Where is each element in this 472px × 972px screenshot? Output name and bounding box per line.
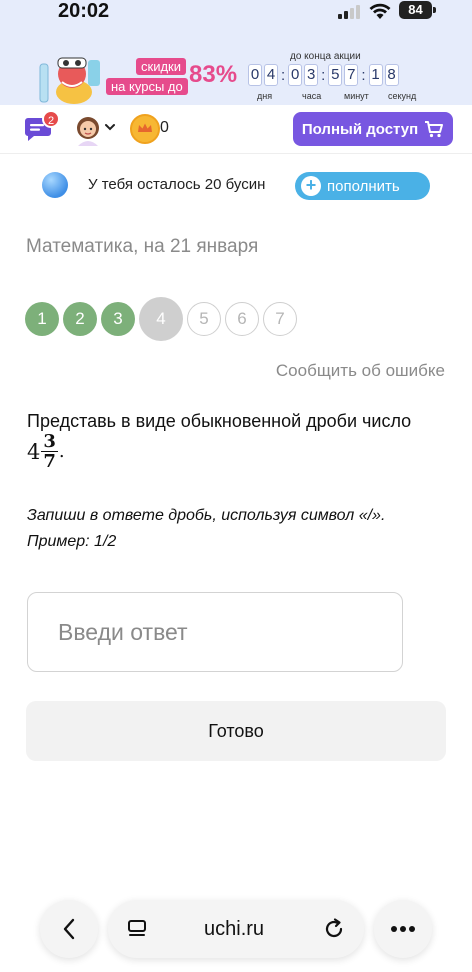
wifi-icon bbox=[369, 3, 391, 19]
countdown-separator: : bbox=[361, 66, 366, 84]
countdown-label-hours: часа bbox=[302, 91, 322, 101]
step-7[interactable]: 7 bbox=[263, 302, 297, 336]
bead-icon bbox=[42, 172, 68, 198]
beads-balance: У тебя осталось 20 бусин bbox=[88, 176, 266, 193]
promo-percent: 83% bbox=[189, 61, 238, 88]
mixed-number-period: . bbox=[58, 441, 65, 462]
step-3[interactable]: 3 bbox=[101, 302, 135, 336]
browser-bottom-bar: uchi.ru bbox=[0, 880, 472, 972]
hint-line-2: Пример: 1/2 bbox=[27, 533, 117, 550]
promo-text: скидки на курсы до bbox=[106, 58, 188, 96]
avatar[interactable] bbox=[72, 114, 104, 146]
mixed-number-whole: 4 bbox=[27, 439, 41, 464]
more-icon bbox=[391, 926, 415, 932]
signal-icon bbox=[338, 5, 360, 19]
countdown-digit: 8 bbox=[384, 64, 399, 86]
countdown-digit: 3 bbox=[304, 64, 319, 86]
url-text: uchi.ru bbox=[204, 918, 265, 940]
report-error-link[interactable]: Сообщить об ошибке bbox=[276, 361, 445, 381]
step-4[interactable]: 4 bbox=[139, 297, 183, 341]
countdown-digit: 0 bbox=[288, 64, 303, 86]
top-area: 20:02 84 скидки на курсы до 83% до конца… bbox=[0, 0, 472, 105]
promo-line2: на курсы до bbox=[106, 78, 188, 95]
done-button[interactable]: Готово bbox=[26, 701, 446, 761]
reload-icon[interactable] bbox=[322, 917, 346, 941]
chevron-down-icon[interactable] bbox=[104, 122, 116, 132]
step-5[interactable]: 5 bbox=[187, 302, 221, 336]
promo-banner[interactable]: скидки на курсы до 83% до конца акции 0 … bbox=[0, 30, 472, 105]
countdown-label-minutes: минут bbox=[344, 91, 369, 101]
status-bar: 20:02 84 bbox=[0, 0, 472, 28]
countdown-label-days: дня bbox=[257, 91, 273, 101]
progress-steps: 1 2 3 4 5 6 7 bbox=[25, 297, 297, 341]
countdown-digit: 0 bbox=[248, 64, 262, 86]
countdown-digit: 7 bbox=[344, 64, 359, 86]
topup-button[interactable]: + пополнить bbox=[295, 172, 430, 200]
full-access-button[interactable]: Полный доступ bbox=[293, 112, 453, 146]
mixed-number-fraction: 3 7 bbox=[41, 432, 58, 471]
fraction-denominator: 7 bbox=[43, 451, 56, 472]
chat-badge: 2 bbox=[42, 110, 60, 128]
step-1[interactable]: 1 bbox=[25, 302, 59, 336]
countdown-timer: 0 4 : 0 3 : 5 7 : 1 8 bbox=[248, 64, 401, 86]
task-text: Представь в виде обыкновенной дроби числ… bbox=[27, 411, 412, 431]
step-2[interactable]: 2 bbox=[63, 302, 97, 336]
back-icon bbox=[63, 918, 75, 940]
mixed-number: 4 3 7 . bbox=[27, 432, 65, 471]
countdown-separator: : bbox=[321, 66, 326, 84]
crown-coin-icon[interactable] bbox=[130, 114, 160, 144]
fraction-numerator: 3 bbox=[41, 431, 58, 452]
header-divider bbox=[0, 153, 472, 154]
cart-icon bbox=[425, 121, 444, 138]
status-time: 20:02 bbox=[58, 0, 110, 22]
countdown-digit: 1 bbox=[368, 64, 383, 86]
countdown-label-seconds: секунд bbox=[388, 91, 417, 101]
address-bar[interactable]: uchi.ru bbox=[108, 900, 364, 958]
subject-title: Математика, на 21 января bbox=[26, 236, 259, 257]
plus-icon: + bbox=[301, 176, 321, 196]
task-hint: Запиши в ответе дробь, используя символ … bbox=[27, 503, 385, 555]
coin-count: 0 bbox=[160, 119, 169, 136]
countdown-digit: 4 bbox=[264, 64, 278, 86]
app-header: 2 0 Полный доступ bbox=[0, 105, 472, 153]
topup-label: пополнить bbox=[327, 177, 400, 195]
full-access-label: Полный доступ bbox=[301, 120, 419, 138]
step-6[interactable]: 6 bbox=[225, 302, 259, 336]
promo-line1: скидки bbox=[136, 58, 186, 75]
tabs-icon[interactable] bbox=[126, 919, 148, 939]
answer-input[interactable] bbox=[27, 592, 403, 672]
mascot-illustration bbox=[39, 57, 100, 104]
more-button[interactable] bbox=[374, 900, 432, 958]
battery-indicator: 84 bbox=[399, 1, 436, 19]
countdown-digit: 5 bbox=[328, 64, 343, 86]
back-button[interactable] bbox=[40, 900, 98, 958]
countdown-title: до конца акции bbox=[290, 51, 361, 62]
countdown-separator: : bbox=[281, 66, 286, 84]
hint-line-1: Запиши в ответе дробь, используя символ … bbox=[27, 507, 386, 524]
